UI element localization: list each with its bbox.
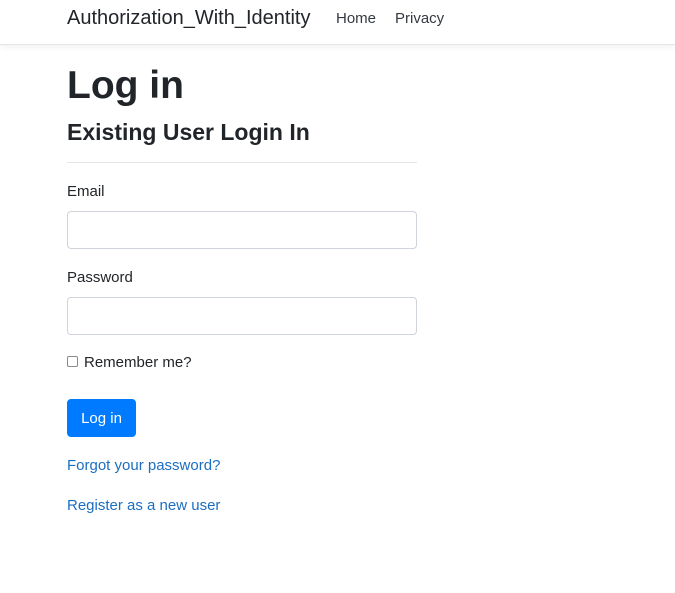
nav-link-home[interactable]: Home xyxy=(336,10,376,27)
password-label: Password xyxy=(67,269,133,286)
email-label: Email xyxy=(67,183,105,200)
password-input[interactable] xyxy=(67,297,417,335)
navbar-brand[interactable]: Authorization_With_Identity xyxy=(67,7,310,30)
remember-me-label[interactable]: Remember me? xyxy=(84,354,192,371)
login-button[interactable]: Log in xyxy=(67,399,136,437)
page-title: Log in xyxy=(67,64,184,107)
section-divider xyxy=(67,162,417,163)
nav-link-privacy[interactable]: Privacy xyxy=(395,10,444,27)
top-navbar: Authorization_With_Identity Home Privacy xyxy=(0,0,675,45)
email-input[interactable] xyxy=(67,211,417,249)
forgot-password-link[interactable]: Forgot your password? xyxy=(67,457,220,474)
section-title: Existing User Login In xyxy=(67,119,310,145)
register-link[interactable]: Register as a new user xyxy=(67,497,220,514)
remember-me-checkbox[interactable] xyxy=(67,356,78,367)
